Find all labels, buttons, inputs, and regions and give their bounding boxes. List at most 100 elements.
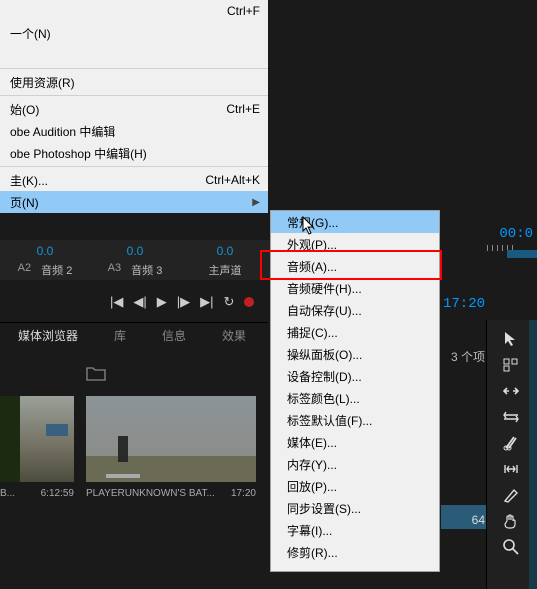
project-item[interactable]: B... 6:12:59	[0, 396, 74, 499]
tab-libraries[interactable]: 库	[96, 323, 144, 348]
tab-effects[interactable]: 效果	[204, 323, 264, 348]
zoom-tool-icon[interactable]	[502, 538, 520, 556]
submenu-item-label: 捕捉(C)...	[287, 324, 338, 341]
menu-separator	[0, 68, 268, 69]
menu-item-label: obe Audition 中编辑	[10, 123, 115, 140]
submenu-item-label-defaults[interactable]: 标签默认值(F)...	[271, 409, 439, 431]
menu-item-shortcut: Ctrl+F	[227, 4, 260, 18]
audio-track-cell[interactable]: 0.0 A2 音频 2	[0, 242, 90, 278]
audio-volume-value[interactable]: 0.0	[0, 244, 90, 258]
submenu-item-label: 音频硬件(H)...	[287, 280, 362, 297]
audio-volume-value[interactable]: 0.0	[90, 244, 180, 258]
audio-track-cell[interactable]: 0.0 A3 音频 3	[90, 242, 180, 278]
track-select-tool-icon[interactable]	[502, 356, 520, 374]
audio-track-cell[interactable]: 0.0 主声道	[180, 242, 270, 278]
submenu-item-sync-settings[interactable]: 同步设置(S)...	[271, 497, 439, 519]
pen-tool-icon[interactable]	[502, 486, 520, 504]
panel-focus-strip	[529, 320, 537, 589]
record-icon[interactable]	[244, 297, 254, 307]
tab-info[interactable]: 信息	[144, 323, 204, 348]
folder-icon[interactable]	[86, 365, 106, 381]
menu-item-preferences[interactable]: 页(N) ▶	[0, 191, 268, 213]
menu-item[interactable]: obe Audition 中编辑	[0, 120, 268, 142]
menu-item[interactable]	[0, 44, 268, 66]
submenu-item-media[interactable]: 媒体(E)...	[271, 431, 439, 453]
submenu-item-label: 自动保存(U)...	[287, 302, 362, 319]
clip-duration: 64	[472, 513, 485, 527]
submenu-item-label: 内存(Y)...	[287, 456, 337, 473]
track-index: A3	[108, 262, 121, 278]
submenu-item-label: 同步设置(S)...	[287, 500, 361, 517]
project-item-thumbnail	[0, 396, 74, 482]
timecode-top: 00:0	[499, 226, 533, 242]
project-item-name: B...	[0, 488, 15, 499]
preferences-submenu: 常规(G)... 外观(P)... 音频(A)... 音频硬件(H)... 自动…	[270, 210, 440, 572]
submenu-item-memory[interactable]: 内存(Y)...	[271, 453, 439, 475]
track-index: A2	[18, 262, 31, 278]
menu-item[interactable]: 圭(K)... Ctrl+Alt+K	[0, 169, 268, 191]
menu-item-label: 始(O)	[10, 101, 39, 118]
submenu-item-audio[interactable]: 音频(A)...	[271, 255, 439, 277]
track-label: 主声道	[209, 262, 242, 278]
goto-out-icon[interactable]: ▶|	[200, 294, 213, 310]
loop-icon[interactable]: ↻	[224, 294, 235, 310]
submenu-item-label: 设备控制(D)...	[287, 368, 362, 385]
submenu-item-playback[interactable]: 回放(P)...	[271, 475, 439, 497]
tab-label: 媒体浏览器	[18, 329, 78, 343]
submenu-arrow-icon: ▶	[252, 197, 260, 208]
slip-tool-icon[interactable]	[502, 460, 520, 478]
submenu-item-device-control[interactable]: 设备控制(D)...	[271, 365, 439, 387]
step-forward-icon[interactable]: |▶	[177, 294, 190, 310]
menu-item[interactable]: 始(O) Ctrl+E	[0, 98, 268, 120]
menu-item-label: 一个(N)	[10, 25, 51, 42]
submenu-item-control-surfaces[interactable]: 操纵面板(O)...	[271, 343, 439, 365]
step-back-icon[interactable]: ◀|	[133, 294, 146, 310]
rate-stretch-tool-icon[interactable]	[502, 408, 520, 426]
menu-item-label: 使用资源(R)	[10, 74, 75, 91]
tools-toolbar	[501, 330, 521, 556]
goto-in-icon[interactable]: |◀	[110, 294, 123, 310]
project-item-duration: 17:20	[231, 488, 256, 499]
project-item-name: PLAYERUNKNOWN'S BAT...	[86, 488, 215, 499]
submenu-item-capture[interactable]: 捕捉(C)...	[271, 321, 439, 343]
submenu-item-label: 操纵面板(O)...	[287, 346, 362, 363]
submenu-item-label: 媒体(E)...	[287, 434, 337, 451]
play-icon[interactable]: ▶	[157, 294, 167, 310]
menu-separator	[0, 166, 268, 167]
menu-item[interactable]: Ctrl+F	[0, 0, 268, 22]
top-context-menu: Ctrl+F 一个(N) 使用资源(R) 始(O) Ctrl+E obe Aud…	[0, 0, 268, 213]
submenu-item-general[interactable]: 常规(G)...	[271, 211, 439, 233]
audio-volume-value[interactable]: 0.0	[180, 244, 270, 258]
submenu-item-audio-hardware[interactable]: 音频硬件(H)...	[271, 277, 439, 299]
submenu-item-label: 字幕(I)...	[287, 522, 332, 539]
menu-item[interactable]: 使用资源(R)	[0, 71, 268, 93]
project-item-thumbnail	[86, 396, 256, 482]
tab-label: 库	[114, 329, 126, 343]
project-item[interactable]: PLAYERUNKNOWN'S BAT... 17:20	[86, 396, 256, 499]
track-label: 音频 3	[131, 262, 162, 278]
ripple-edit-tool-icon[interactable]	[502, 382, 520, 400]
menu-separator	[0, 95, 268, 96]
menu-item-label: 圭(K)...	[10, 172, 48, 189]
hand-tool-icon[interactable]	[502, 512, 520, 530]
submenu-item-titler[interactable]: 字幕(I)...	[271, 519, 439, 541]
submenu-item-appearance[interactable]: 外观(P)...	[271, 233, 439, 255]
tab-label: 信息	[162, 329, 186, 343]
menu-item[interactable]: obe Photoshop 中编辑(H)	[0, 142, 268, 164]
selection-tool-icon[interactable]	[502, 330, 520, 348]
submenu-item-label-colors[interactable]: 标签颜色(L)...	[271, 387, 439, 409]
submenu-item-label: 标签颜色(L)...	[287, 390, 360, 407]
menu-item[interactable]: 一个(N)	[0, 22, 268, 44]
timeline-clip-hint[interactable]	[507, 250, 537, 258]
audio-mixer-row: 0.0 A2 音频 2 0.0 A3 音频 3 0.0 主声道	[0, 240, 270, 280]
submenu-item-autosave[interactable]: 自动保存(U)...	[271, 299, 439, 321]
submenu-item-label: 标签默认值(F)...	[287, 412, 372, 429]
submenu-item-label: 外观(P)...	[287, 236, 337, 253]
submenu-item-trim[interactable]: 修剪(R)...	[271, 541, 439, 563]
menu-item-label: 页(N)	[10, 194, 39, 211]
submenu-item-label: 常规(G)...	[287, 214, 338, 231]
tab-media-browser[interactable]: 媒体浏览器	[0, 323, 96, 348]
project-items-row: B... 6:12:59 PLAYERUNKNOWN'S BAT... 17:2…	[0, 396, 268, 499]
menu-item-shortcut: Ctrl+Alt+K	[205, 173, 260, 187]
razor-tool-icon[interactable]	[502, 434, 520, 452]
